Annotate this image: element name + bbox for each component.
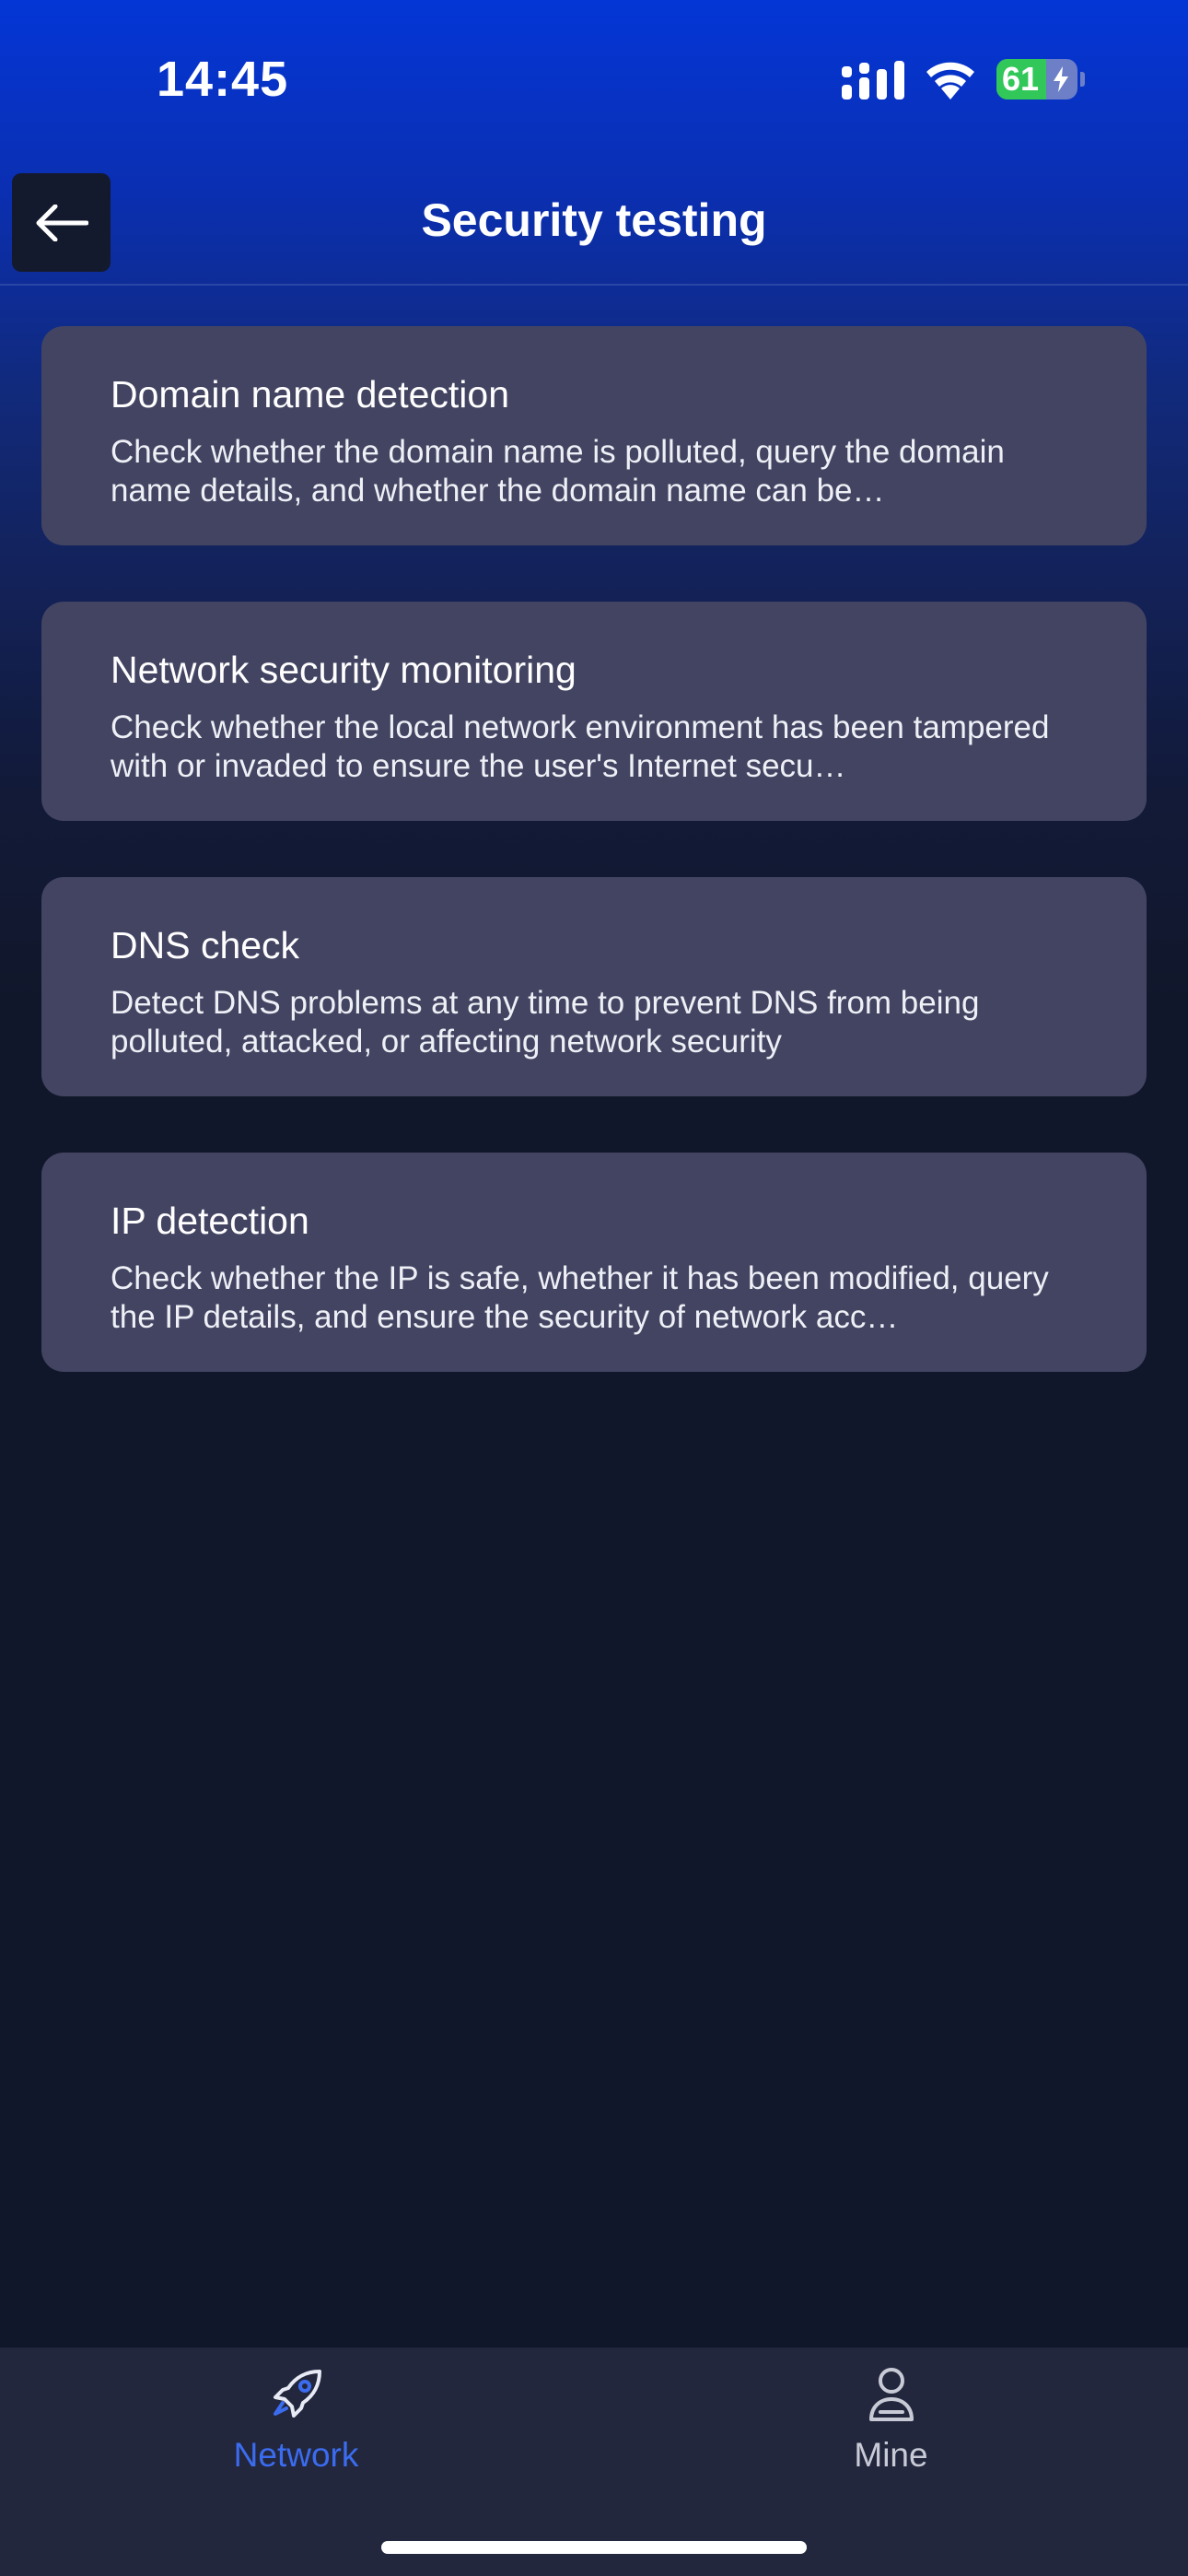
tab-network[interactable]: Network — [0, 2348, 594, 2532]
status-time: 14:45 — [157, 52, 289, 107]
battery-icon: 61 — [996, 59, 1085, 100]
battery-label: 61 — [1002, 60, 1040, 98]
tab-label: Network — [233, 2436, 359, 2474]
tab-label: Mine — [854, 2436, 928, 2474]
signal-icon — [842, 61, 904, 100]
card-title: Network security monitoring — [111, 649, 577, 691]
card-title: IP detection — [111, 1200, 309, 1242]
page-title: Security testing — [421, 194, 767, 246]
card-description: Check whether the domain name is pollute… — [111, 434, 1005, 509]
card-title: Domain name detection — [111, 373, 510, 416]
charging-bolt-icon — [1054, 66, 1068, 92]
card-ip-detection[interactable]: IP detection Check whether the IP is saf… — [41, 1153, 1147, 1372]
card-network-security-monitoring[interactable]: Network security monitoring Check whethe… — [41, 602, 1147, 821]
card-description: Detect DNS problems at any time to preve… — [111, 985, 980, 1060]
battery-cap — [1080, 72, 1085, 87]
wifi-icon — [926, 62, 974, 100]
card-dns-check[interactable]: DNS check Detect DNS problems at any tim… — [41, 877, 1147, 1096]
tab-mine[interactable]: Mine — [594, 2348, 1188, 2532]
rocket-icon — [273, 2370, 321, 2418]
card-description: Check whether the local network environm… — [111, 709, 1050, 784]
card-domain-name-detection[interactable]: Domain name detection Check whether the … — [41, 326, 1147, 545]
person-icon — [868, 2368, 914, 2421]
battery-body: 61 — [996, 59, 1077, 100]
screen: 14:45 61 Security testing Domain name de… — [0, 0, 1188, 2576]
status-bar: 14:45 61 — [0, 0, 1188, 157]
card-description: Check whether the IP is safe, whether it… — [111, 1260, 1049, 1335]
card-title: DNS check — [111, 924, 300, 966]
nav-bar: Security testing — [0, 157, 1188, 286]
feature-list: Domain name detection Check whether the … — [41, 326, 1147, 1428]
home-indicator[interactable] — [381, 2541, 807, 2554]
